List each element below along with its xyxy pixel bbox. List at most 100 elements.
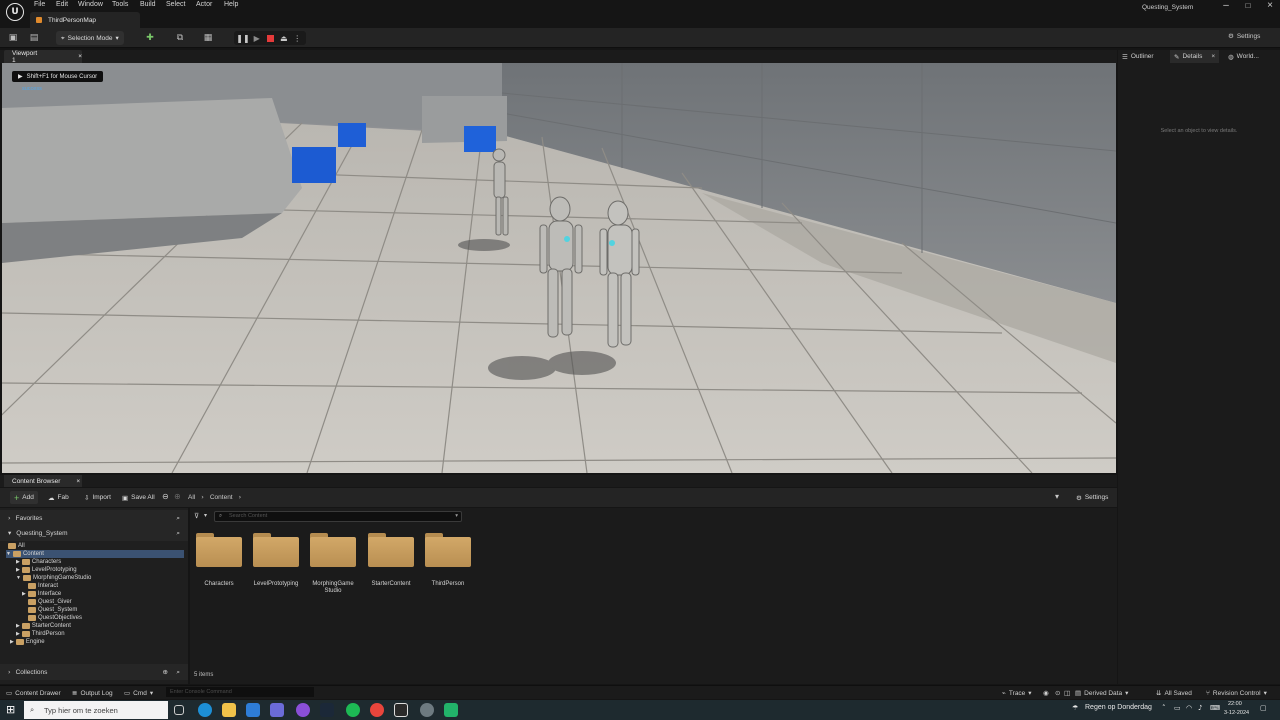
tree-item-all[interactable]: All [8,542,25,550]
map-tab[interactable]: ThirdPersonMap [30,12,140,28]
tree-item-interface[interactable]: ▶ Interface [22,590,61,598]
forward-icon[interactable]: ⊕ [174,492,181,501]
content-icon[interactable]: ▤ [28,32,40,44]
close-tab-icon[interactable]: × [1211,53,1215,60]
tree-item-content[interactable]: ▼ Content [6,550,184,558]
back-icon[interactable]: ⊖ [162,492,169,501]
search-input[interactable]: ⌕ Search Content ▾ [214,511,462,522]
clock-time[interactable]: 22:00 [1228,701,1242,707]
save-all-button[interactable]: ▣ Save All [118,491,159,504]
cmd-dropdown[interactable]: ▭ Cmd ▾ [124,688,153,698]
spotify-icon[interactable] [346,703,360,717]
close-icon[interactable]: × [1262,0,1278,11]
derived-data-button[interactable]: ▤ Derived Data ▾ [1075,688,1128,698]
fab-button[interactable]: ☁ Fab [44,491,73,504]
unreal-logo-icon[interactable]: U [6,3,24,21]
tree-item-questobjectives[interactable]: QuestObjectives [28,614,82,622]
cinematics-icon[interactable]: ▦ [202,32,214,44]
output-log-button[interactable]: ≣ Output Log [72,688,113,698]
console-command-input[interactable]: Enter Console Command [166,687,314,697]
level-viewport[interactable] [2,63,1116,473]
search-icon[interactable]: ⌕ [176,668,180,677]
tab-outliner[interactable]: ☰ Outliner [1122,50,1154,63]
tab-viewport[interactable]: Viewport 1 × [4,50,82,64]
save-icon[interactable]: ▣ [7,32,19,44]
tree-item-levelprototyping[interactable]: ▶ LevelPrototyping [16,566,77,574]
cb-settings-button[interactable]: ⚙ Settings [1072,491,1112,504]
weather-icon[interactable]: ☂ [1072,704,1078,712]
tree-item-engine[interactable]: ▶ Engine [10,638,45,646]
layers-icon[interactable]: ◫ [1064,688,1070,698]
minimize-icon[interactable]: – [1218,0,1234,11]
clock-date[interactable]: 3-12-2024 [1224,710,1249,716]
tab-details[interactable]: ✎ Details × [1170,50,1220,63]
tree-item-morphinggamestudio[interactable]: ▼ MorphingGameStudio [16,574,91,582]
menu-build[interactable]: Build [140,1,156,8]
wifi-icon[interactable]: ◠ [1186,704,1192,712]
pause-icon[interactable]: ❚❚ [236,33,249,43]
breadcrumb-all[interactable]: All [188,494,195,501]
collections-header[interactable]: › Collections ⊕ ⌕ [0,664,188,680]
blueprint-icon[interactable]: ⧉ [174,32,186,44]
weather-text[interactable]: Regen op Donderdag [1085,704,1152,711]
menu-window[interactable]: Window [78,1,103,8]
steam-icon[interactable] [320,703,334,717]
store-icon[interactable] [246,703,260,717]
unreal-taskbar-icon[interactable] [394,703,408,717]
tree-item-characters[interactable]: ▶ Characters [16,558,61,566]
record-icon[interactable]: ◉ [1043,688,1049,698]
volume-icon[interactable]: ♪ [1198,704,1202,712]
folder-tile[interactable]: StarterContent [363,533,419,588]
chevron-down-icon[interactable]: ▾ [204,512,207,519]
teams-icon[interactable] [270,703,284,717]
app-icon[interactable] [296,703,310,717]
trace-dropdown[interactable]: ⌁ Trace ▾ [1002,688,1032,698]
close-tab-icon[interactable]: × [78,53,82,60]
notification-icon[interactable]: ▢ [1260,704,1267,712]
chevron-down-icon[interactable]: ▾ [1055,492,1059,501]
language-icon[interactable]: ⌨ [1210,704,1220,712]
add-actor-icon[interactable]: ✚ [144,32,156,44]
selection-mode-dropdown[interactable]: ⌖ Selection Mode ▾ [56,31,124,45]
folder-tile[interactable]: Characters [191,533,247,588]
search-icon[interactable]: ⌕ [176,514,180,523]
import-button[interactable]: ⇩ Import [80,491,115,504]
menu-select[interactable]: Select [166,1,185,8]
tab-content-browser[interactable]: Content Browser × [4,475,82,487]
menu-actor[interactable]: Actor [196,1,212,8]
windows-start-icon[interactable]: ⊞ [6,703,15,716]
breadcrumb-content[interactable]: Content [210,494,233,501]
app-icon[interactable] [420,703,434,717]
stats-icon[interactable]: ⊙ [1055,688,1060,698]
edge-icon[interactable] [198,703,212,717]
filter-icon[interactable]: ⊽ [194,512,199,520]
content-drawer-button[interactable]: ▭ Content Drawer [6,688,61,698]
chevron-down-icon[interactable]: ▾ [455,512,458,521]
folder-tile[interactable]: MorphingGame Studio [305,533,361,595]
tree-item-thirdperson[interactable]: ▶ ThirdPerson [16,630,65,638]
more-icon[interactable]: ⋮ [293,33,303,43]
close-tab-icon[interactable]: × [76,478,80,485]
folder-tile[interactable]: LevelPrototyping [248,533,304,588]
all-saved-status[interactable]: ⇊ All Saved [1156,688,1192,698]
app-icon[interactable] [444,703,458,717]
eject-icon[interactable]: ⏏ [279,33,289,43]
file-explorer-icon[interactable] [222,703,236,717]
menu-help[interactable]: Help [224,1,238,8]
tree-item-quest-giver[interactable]: Quest_Giver [28,598,72,606]
network-icon[interactable]: ▭ [1174,704,1181,712]
stop-icon[interactable] [266,33,276,43]
add-collection-icon[interactable]: ⊕ [163,668,168,676]
settings-button[interactable]: ⚙ Settings [1228,32,1260,40]
tree-item-interact[interactable]: Interact [28,582,58,590]
menu-file[interactable]: File [34,1,45,8]
menu-tools[interactable]: Tools [112,1,128,8]
folder-tile[interactable]: ThirdPerson [420,533,476,588]
chrome-icon[interactable] [370,703,384,717]
favorites-header[interactable]: › Favorites ⌕ [0,510,188,526]
chevron-up-icon[interactable]: ˄ [1162,704,1166,712]
revision-control-button[interactable]: ⑂ Revision Control ▾ [1206,688,1267,698]
tab-world[interactable]: ◍ World... [1228,50,1259,63]
tree-item-quest-system[interactable]: Quest_System [28,606,77,614]
task-view-icon[interactable] [174,705,184,715]
